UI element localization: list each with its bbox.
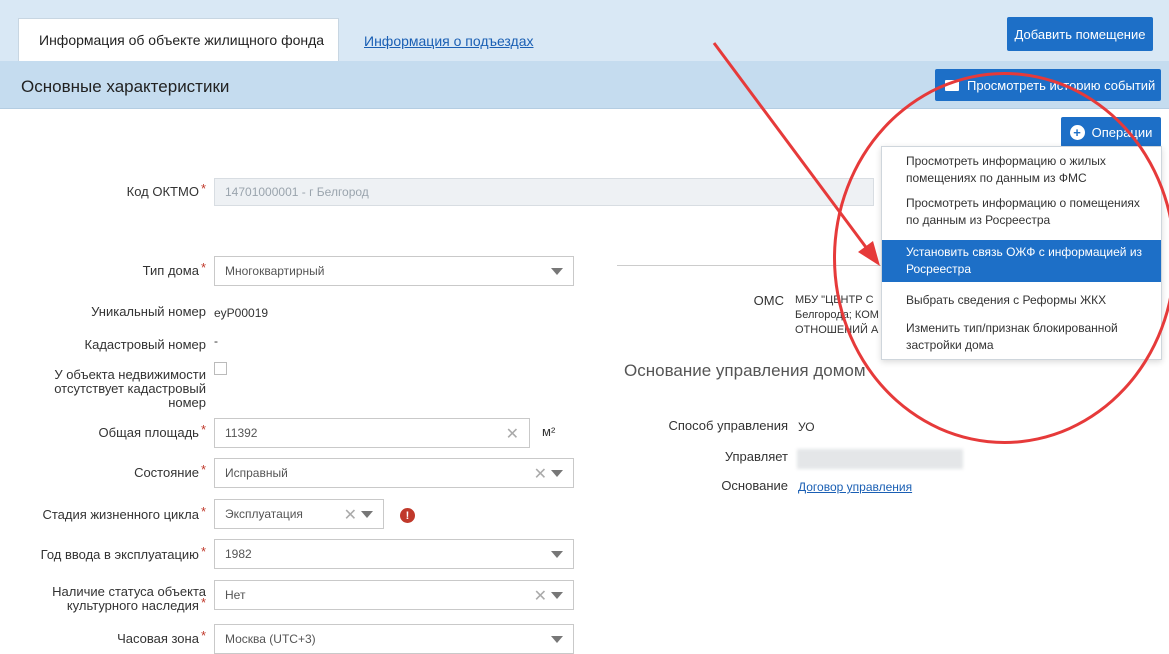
annotation-arrow	[712, 42, 880, 266]
